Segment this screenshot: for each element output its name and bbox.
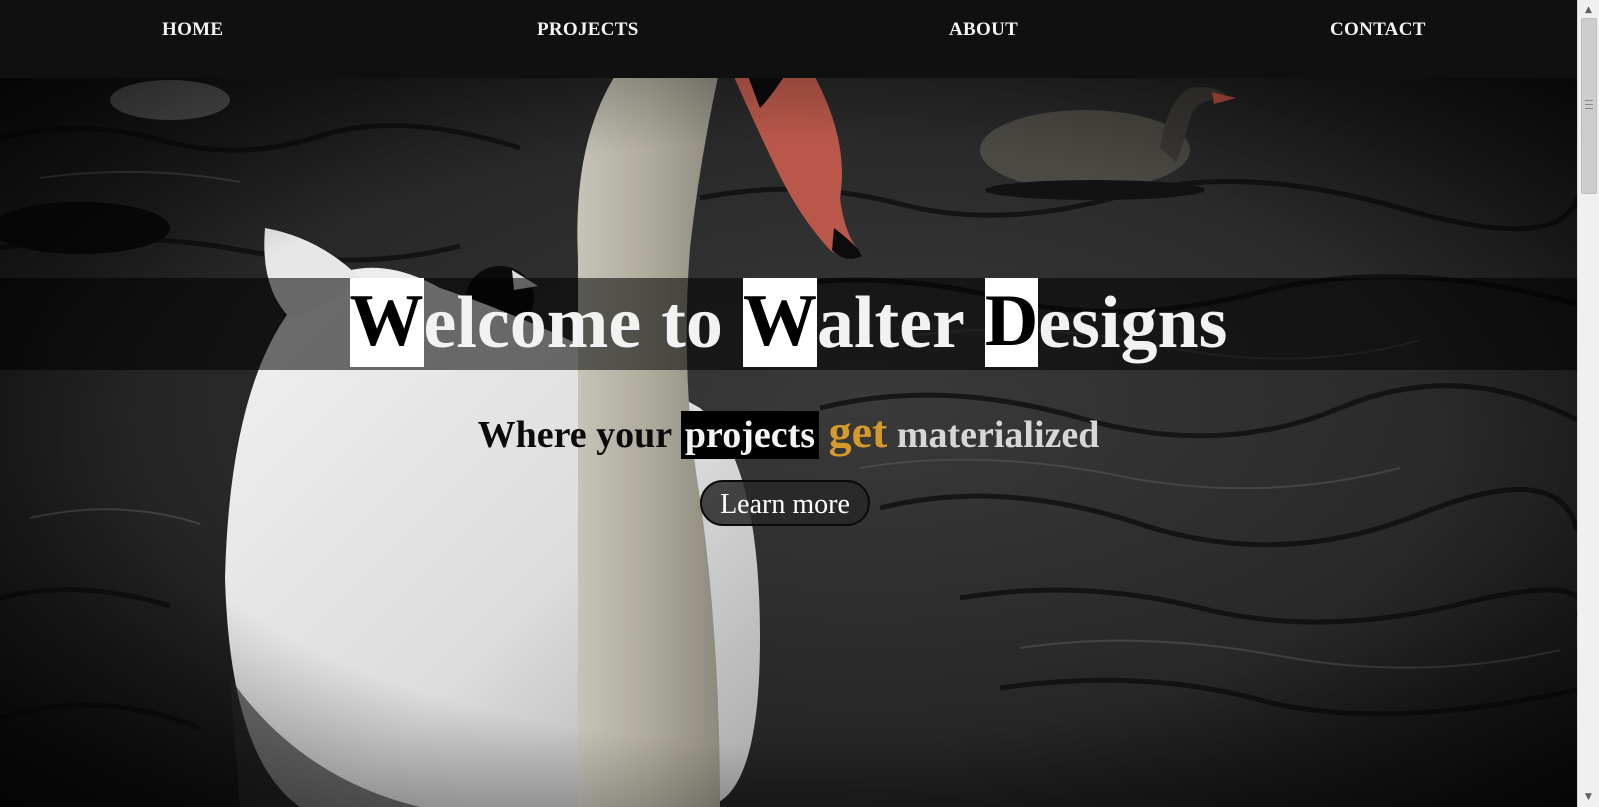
title-initial-w1: W — [349, 278, 424, 367]
title-initial-d: D — [984, 278, 1039, 367]
subtitle-projects: projects — [680, 411, 820, 459]
subtitle-where-your: Where your — [477, 414, 672, 456]
vertical-scrollbar[interactable]: ▲ ▼ — [1577, 0, 1599, 807]
subtitle-materialized: materialized — [896, 414, 1100, 456]
scroll-grip-icon — [1585, 99, 1593, 110]
nav-contact-link[interactable]: CONTACT — [1330, 19, 1426, 41]
title-word-designs-rest: esigns — [1038, 282, 1228, 364]
page: HOME PROJECTS ABOUT CONTACT Welcome to W… — [0, 0, 1599, 807]
subtitle-get: get — [828, 406, 888, 457]
nav-home-link[interactable]: HOME — [162, 19, 223, 41]
hero-title: Welcome to Walter Designs — [0, 276, 1577, 370]
learn-more-button[interactable]: Learn more — [700, 480, 870, 526]
nav-projects-link[interactable]: PROJECTS — [537, 19, 639, 41]
title-word-to: to — [661, 282, 723, 364]
title-word-walter-rest: alter — [816, 282, 965, 364]
scroll-down-arrow-icon[interactable]: ▼ — [1578, 789, 1599, 805]
title-initial-w2: W — [742, 278, 817, 367]
hero-subtitle: Where your projects get materialized — [0, 407, 1577, 460]
title-word-welcome-rest: elcome — [423, 282, 642, 364]
scroll-thumb[interactable] — [1581, 18, 1597, 194]
scroll-up-arrow-icon[interactable]: ▲ — [1578, 2, 1599, 18]
top-nav: HOME PROJECTS ABOUT CONTACT — [0, 0, 1577, 78]
nav-about-link[interactable]: ABOUT — [949, 19, 1018, 41]
